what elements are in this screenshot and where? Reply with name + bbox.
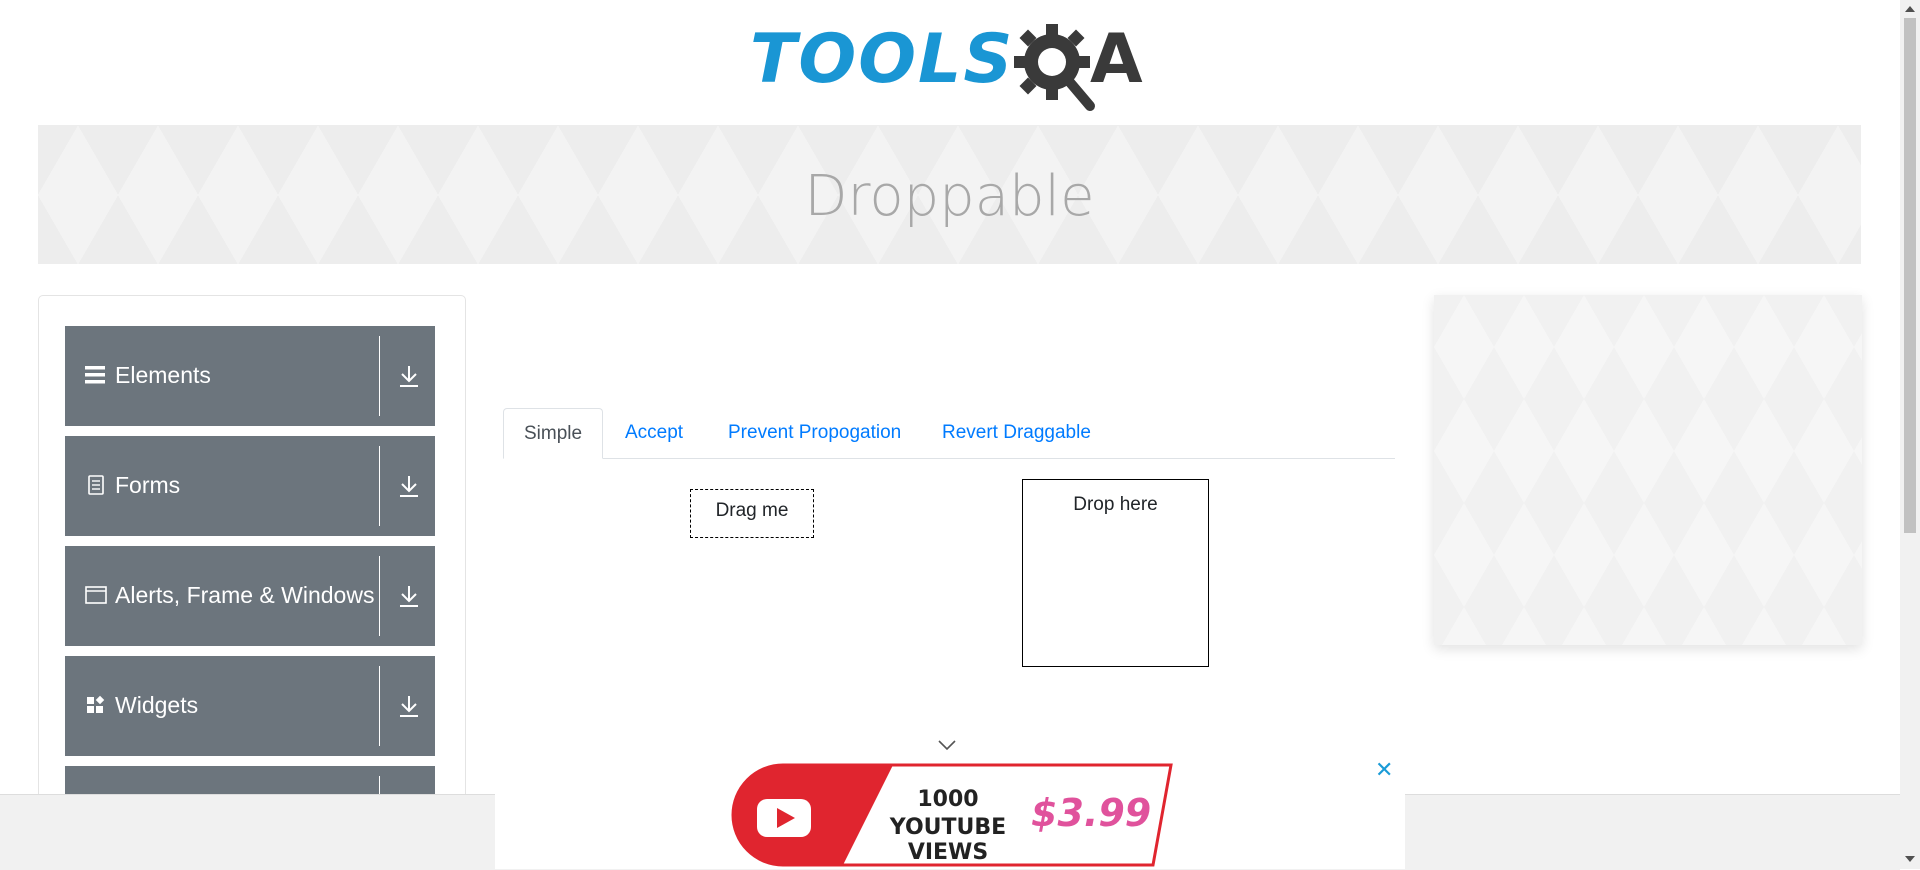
ad-banner[interactable]: 1000 YOUTUBE VIEWS $3.99: [723, 763, 1173, 867]
sidebar-group-widgets[interactable]: Widgets: [65, 656, 435, 756]
sidebar-group-label: Alerts, Frame & Windows: [115, 582, 375, 608]
download-arrow-icon[interactable]: [397, 693, 421, 719]
divider: [379, 446, 380, 526]
bottom-advertisement[interactable]: ✕ 1000 YOUTUBE VIEWS $3.99: [495, 757, 1405, 869]
sidebar-group-label: Forms: [115, 472, 181, 498]
page-scrollbar[interactable]: [1900, 0, 1920, 869]
logo-letter: A: [1090, 20, 1143, 99]
close-icon[interactable]: ✕: [1375, 757, 1393, 783]
sidebar-group-forms[interactable]: Forms: [65, 436, 435, 536]
tab-accept[interactable]: Accept: [605, 408, 703, 458]
logo-text: TOOLS: [750, 20, 1015, 99]
sidebar-group-label: Widgets: [115, 692, 199, 718]
hamburger-icon: [85, 366, 105, 384]
draggable-box[interactable]: Drag me: [690, 489, 814, 538]
droppable-tabs: Simple Accept Prevent Propogation Revert…: [503, 408, 1395, 459]
document-icon: [88, 475, 104, 495]
chevron-down-icon[interactable]: [936, 738, 958, 752]
divider: [379, 556, 380, 636]
sidebar-group-label: Elements: [115, 362, 211, 388]
left-sidebar: Elements Forms Alerts, Frame & Windows W…: [38, 295, 466, 866]
sidebar-group-alerts[interactable]: Alerts, Frame & Windows: [65, 546, 435, 646]
scroll-down-icon[interactable]: [1905, 856, 1915, 862]
divider: [379, 336, 380, 416]
sidebar-group-elements[interactable]: Elements: [65, 326, 435, 426]
page-title: Droppable: [804, 164, 1095, 229]
widgets-icon: [87, 695, 105, 713]
page-banner: Droppable: [38, 125, 1861, 264]
download-arrow-icon[interactable]: [397, 583, 421, 609]
tab-revert-draggable[interactable]: Revert Draggable: [922, 408, 1111, 458]
scroll-thumb[interactable]: [1904, 18, 1916, 533]
ad-price: $3.99: [1031, 791, 1152, 835]
divider: [379, 666, 380, 746]
ad-text: YOUTUBE VIEWS: [889, 815, 1007, 865]
window-icon: [85, 586, 107, 604]
tab-prevent-propogation[interactable]: Prevent Propogation: [708, 408, 921, 458]
tab-simple[interactable]: Simple: [503, 408, 604, 459]
ad-text: 1000: [917, 787, 979, 812]
download-arrow-icon[interactable]: [397, 473, 421, 499]
toolsqa-logo[interactable]: TOOLS A: [750, 18, 1155, 114]
download-arrow-icon[interactable]: [397, 363, 421, 389]
scroll-up-icon[interactable]: [1905, 6, 1915, 12]
drop-target[interactable]: Drop here: [1022, 479, 1209, 667]
side-advertisement[interactable]: [1434, 295, 1862, 645]
